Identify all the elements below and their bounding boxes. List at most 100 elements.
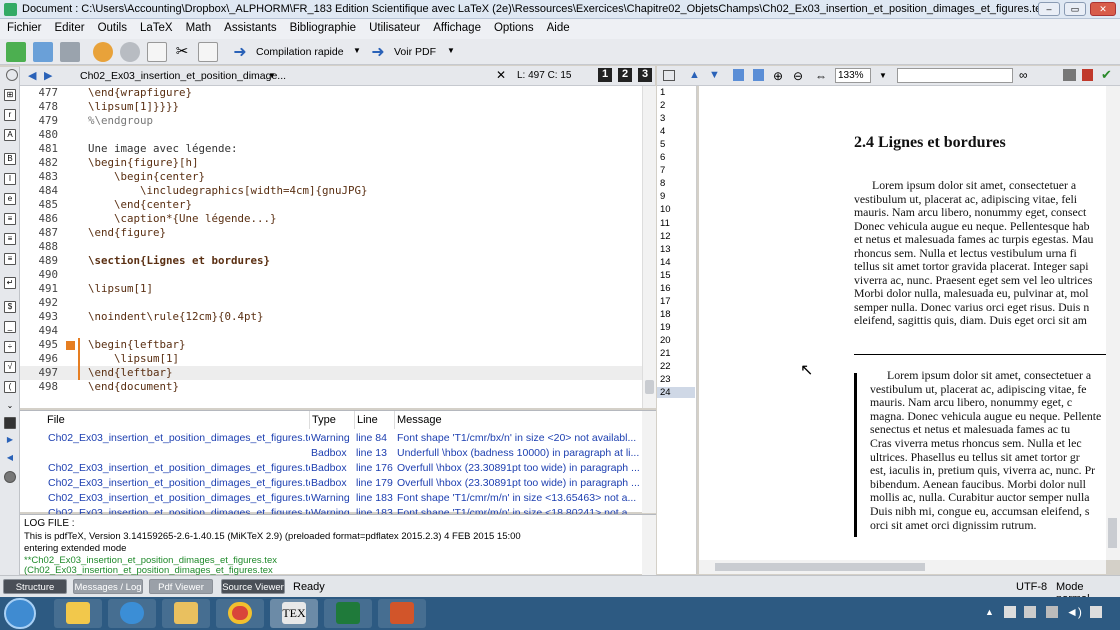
- file-explorer-button[interactable]: [54, 599, 102, 628]
- maximize-button[interactable]: ▭: [1064, 2, 1086, 16]
- page-number[interactable]: 13: [660, 244, 671, 255]
- menu-affichage[interactable]: Affichage: [426, 19, 487, 34]
- page-number[interactable]: 9: [660, 191, 665, 202]
- table-row[interactable]: Ch02_Ex03_insertion_et_position_dimages_…: [20, 491, 642, 506]
- chevron-down-icon[interactable]: ▼: [447, 46, 455, 55]
- math-icon[interactable]: $: [4, 301, 16, 313]
- settings-icon[interactable]: [4, 471, 16, 483]
- chrome-button[interactable]: [216, 599, 264, 628]
- ref-icon[interactable]: r: [4, 109, 16, 121]
- page-number[interactable]: 10: [660, 204, 671, 215]
- zoom-in-icon[interactable]: ⊕: [773, 69, 783, 83]
- pdf-list-icon[interactable]: [663, 70, 675, 81]
- new-file-icon[interactable]: [6, 42, 26, 62]
- pdf-pages-icon[interactable]: [753, 69, 764, 81]
- open-file-icon[interactable]: [33, 42, 53, 62]
- table-row[interactable]: Ch02_Ex03_insertion_et_position_dimages_…: [20, 461, 642, 476]
- log-scrollbar[interactable]: [642, 515, 656, 575]
- binoculars-icon[interactable]: ∞: [1019, 68, 1028, 82]
- editor-tab[interactable]: Ch02_Ex03_insertion_et_position_dimage..…: [80, 70, 286, 82]
- menu-aide[interactable]: Aide: [540, 19, 576, 34]
- table-row[interactable]: Ch02_Ex03_insertion_et_position_dimages_…: [20, 476, 642, 491]
- view-pdf-select[interactable]: Voir PDF: [394, 46, 436, 58]
- sqrt-icon[interactable]: √: [4, 361, 16, 373]
- pdf-icon[interactable]: [1082, 69, 1093, 81]
- pdf-page-list[interactable]: 1 2 3 4 5 6 7 8 9 10 11 12 13 14 15 16 17 18 19 20 21 22 23 24: [657, 86, 697, 574]
- structure-icon[interactable]: ⊞: [4, 89, 16, 101]
- page-number[interactable]: 7: [660, 165, 665, 176]
- code-line[interactable]: 479 %\endgroup: [20, 114, 642, 128]
- chevron-down-icon[interactable]: ⌄: [4, 401, 16, 413]
- scroll-thumb[interactable]: [1108, 518, 1117, 548]
- compile-select[interactable]: Compilation rapide: [256, 46, 344, 58]
- code-line[interactable]: 495 \begin{leftbar}: [20, 338, 642, 352]
- chevron-down-icon[interactable]: ▼: [268, 71, 276, 80]
- code-line[interactable]: 482 \begin{figure}[h]: [20, 156, 642, 170]
- code-line[interactable]: 480: [20, 128, 642, 142]
- save-icon[interactable]: [60, 42, 80, 62]
- view-2-button[interactable]: 2: [618, 68, 632, 82]
- menu-math[interactable]: Math: [179, 19, 218, 34]
- check-icon[interactable]: ✔: [1101, 67, 1112, 83]
- refresh-icon[interactable]: [6, 69, 18, 81]
- view-3-button[interactable]: 3: [638, 68, 652, 82]
- excel-button[interactable]: [324, 599, 372, 628]
- tab-messages-log[interactable]: Messages / Log: [73, 579, 143, 594]
- code-line[interactable]: 488: [20, 240, 642, 254]
- bold-icon[interactable]: B: [4, 153, 16, 165]
- code-line[interactable]: 483 \begin{center}: [20, 170, 642, 184]
- powerpoint-button[interactable]: [378, 599, 426, 628]
- code-line[interactable]: 491 \lipsum[1]: [20, 282, 642, 296]
- view-arrow-icon[interactable]: ➜: [368, 42, 388, 62]
- run-arrow-icon[interactable]: ➜: [230, 42, 250, 62]
- next-tab-icon[interactable]: ▶: [44, 69, 52, 82]
- tray-expand-icon[interactable]: ▲: [985, 607, 994, 617]
- code-line[interactable]: 477 \end{wrapfigure}: [20, 86, 642, 100]
- scroll-thumb[interactable]: [715, 563, 925, 571]
- source-editor[interactable]: 477 \end{wrapfigure} 478 \lipsum[1]}}}} 479%…: [20, 86, 656, 408]
- page-number[interactable]: 4: [660, 126, 665, 137]
- tab-pdf-viewer[interactable]: Pdf Viewer: [149, 579, 213, 594]
- pdf-horizontal-scrollbar[interactable]: [699, 560, 1106, 574]
- code-line[interactable]: 486 \caption*{Une légende...}: [20, 212, 642, 226]
- print-icon[interactable]: [1063, 69, 1076, 81]
- code-line[interactable]: 478 \lipsum[1]}}}}: [20, 100, 642, 114]
- pdf-down-icon[interactable]: ▼: [709, 69, 720, 81]
- monitor-icon[interactable]: [4, 417, 16, 429]
- align-center-icon[interactable]: ≡: [4, 233, 16, 245]
- pdf-page-icon[interactable]: [733, 69, 744, 81]
- code-line[interactable]: 484 \includegraphics[width=4cm]{gnuJPG}: [20, 184, 642, 198]
- redo-icon[interactable]: [120, 42, 140, 62]
- volume-icon[interactable]: ◄): [1066, 605, 1082, 619]
- page-number[interactable]: 3: [660, 113, 665, 124]
- col-file[interactable]: File: [47, 411, 310, 429]
- table-row[interactable]: Badbox line 13 Underfull \hbox (badness 10…: [20, 446, 642, 461]
- code-line[interactable]: 494: [20, 324, 642, 338]
- chevron-down-icon[interactable]: ▼: [879, 71, 887, 80]
- page-number[interactable]: 5: [660, 139, 665, 150]
- page-number[interactable]: 19: [660, 322, 671, 333]
- start-orb-icon[interactable]: [4, 598, 36, 629]
- align-right-icon[interactable]: ≡: [4, 253, 16, 265]
- arrow-right-icon[interactable]: ▶: [4, 435, 16, 447]
- page-number[interactable]: 22: [660, 361, 671, 372]
- code-line[interactable]: 492: [20, 296, 642, 310]
- messages-scrollbar[interactable]: [642, 411, 656, 513]
- page-number[interactable]: 6: [660, 152, 665, 163]
- pdf-up-icon[interactable]: ▲: [689, 69, 700, 81]
- col-message[interactable]: Message: [395, 411, 645, 429]
- tray-extra-icon[interactable]: [1090, 606, 1102, 618]
- minimize-button[interactable]: –: [1038, 2, 1060, 16]
- prev-tab-icon[interactable]: ◀: [28, 69, 36, 82]
- left-delim-icon[interactable]: (: [4, 381, 16, 393]
- cut-icon[interactable]: ✂: [172, 42, 192, 62]
- menu-assistants[interactable]: Assistants: [217, 19, 282, 34]
- arrow-left-icon[interactable]: ◀: [4, 453, 16, 465]
- code-line[interactable]: 498 \end{document}: [20, 380, 642, 394]
- paste-icon[interactable]: [198, 42, 218, 62]
- table-row[interactable]: Ch02_Ex03_insertion_et_position_dimages_…: [20, 431, 642, 446]
- editor-scrollbar[interactable]: [642, 86, 656, 408]
- menu-bibliographie[interactable]: Bibliographie: [283, 19, 363, 34]
- tray-app-icon[interactable]: [1024, 606, 1036, 618]
- page-number[interactable]: 11: [660, 218, 670, 229]
